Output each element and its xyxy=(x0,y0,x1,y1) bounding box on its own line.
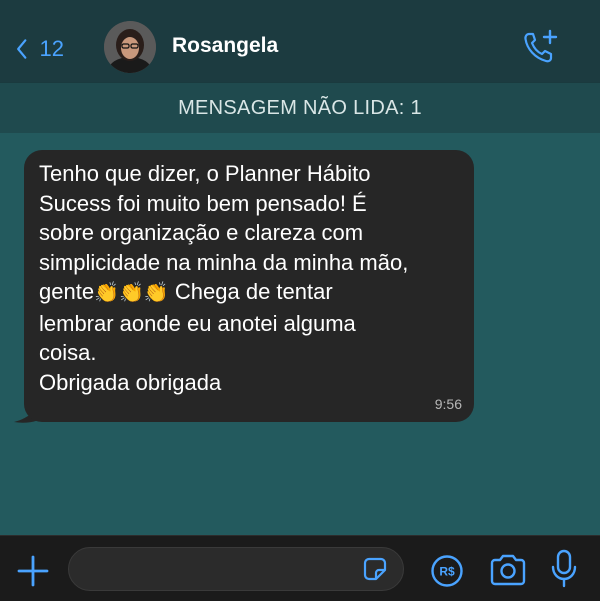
add-call-button[interactable] xyxy=(520,28,560,68)
microphone-button[interactable] xyxy=(548,548,580,590)
unread-banner-label: MENSAGEM NÃO LIDA: 1 xyxy=(178,96,422,119)
message-bubble[interactable]: Tenho que dizer, o Planner Hábito Sucess… xyxy=(24,150,474,422)
microphone-icon xyxy=(551,549,577,588)
back-button[interactable]: 12 xyxy=(16,30,64,68)
camera-button[interactable] xyxy=(488,552,528,588)
message-word: gente xyxy=(39,279,95,304)
avatar[interactable] xyxy=(104,21,156,73)
composer-bar: R$ xyxy=(0,535,600,601)
message-input[interactable] xyxy=(68,547,404,591)
sticker-icon xyxy=(363,557,387,581)
back-chevron-icon xyxy=(17,39,27,59)
message-line: lembrar aonde eu anotei alguma xyxy=(39,310,356,336)
message-line: Obrigada obrigada xyxy=(39,369,222,395)
attach-button[interactable] xyxy=(16,554,50,588)
plus-icon xyxy=(17,555,49,587)
payment-button[interactable]: R$ xyxy=(430,554,464,588)
unread-messages-banner: MENSAGEM NÃO LIDA: 1 xyxy=(0,82,600,133)
unread-chats-count: 12 xyxy=(39,36,64,61)
message-line: Tenho que dizer, o Planner Hábito xyxy=(39,161,371,186)
chat-header: 12 Rosangela xyxy=(0,0,600,82)
message-line: gente👏👏👏 Chega de tentar xyxy=(39,277,459,309)
message-line: sobre organização e clareza com xyxy=(39,220,364,245)
sticker-button[interactable] xyxy=(361,555,389,583)
message-line: Sucess foi muito bem pensado! É xyxy=(39,190,367,216)
contact-name[interactable]: Rosangela xyxy=(172,34,278,58)
message-line: coisa. xyxy=(39,340,97,365)
message-timestamp: 9:56 xyxy=(434,396,462,412)
payment-icon: R$ xyxy=(431,555,463,587)
camera-icon xyxy=(490,554,526,586)
message-text: Tenho que dizer, o Planner Hábito Sucess… xyxy=(39,159,459,397)
message-word: Chega de tentar xyxy=(168,279,333,304)
payment-label: R$ xyxy=(439,565,455,579)
clapping-hands-emoji: 👏👏👏 xyxy=(94,282,169,304)
message-line: simplicidade na minha da minha mão, xyxy=(39,249,409,275)
add-call-icon xyxy=(524,29,558,63)
